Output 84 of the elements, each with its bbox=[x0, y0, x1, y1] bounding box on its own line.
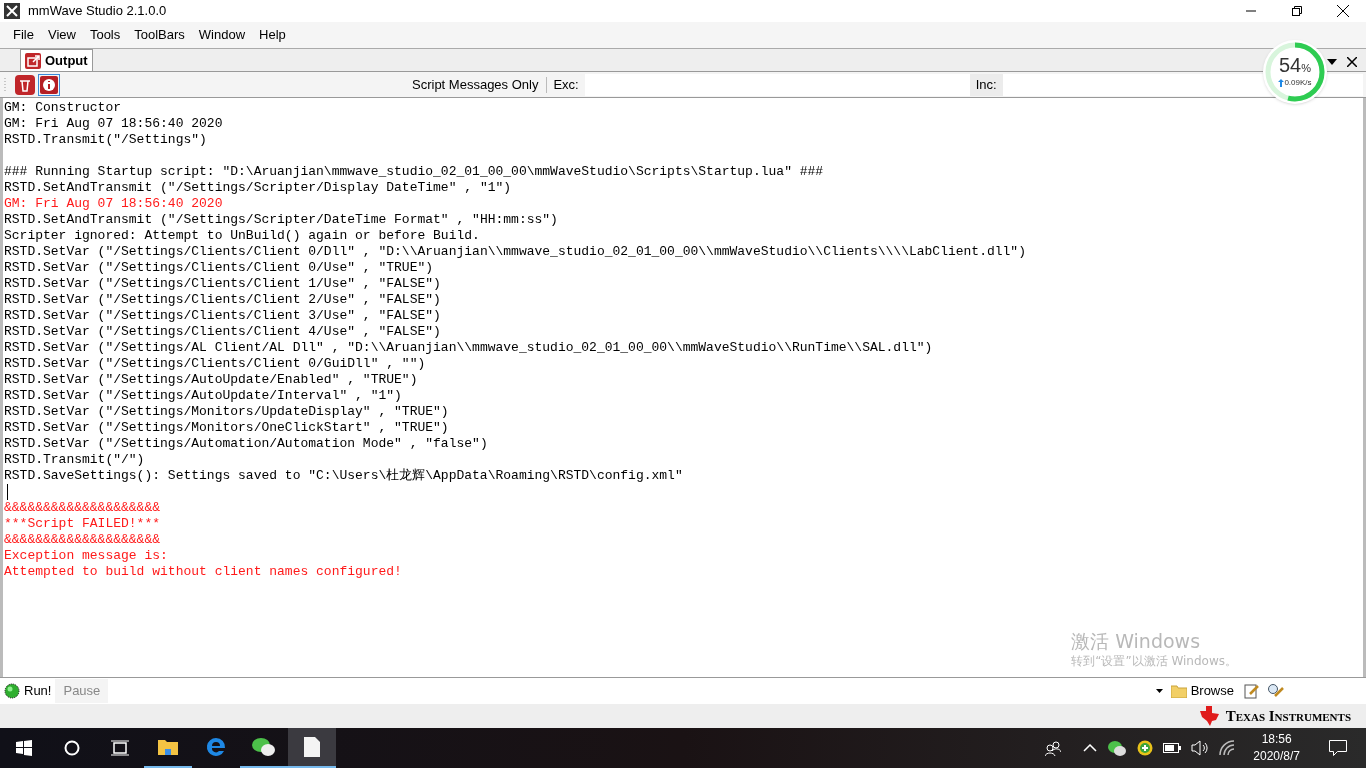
clock[interactable]: 18:56 2020/8/7 bbox=[1245, 731, 1308, 765]
log-line: RSTD.SetVar ("/Settings/Automation/Automation Mode" , "false") bbox=[4, 436, 488, 452]
ball-icon bbox=[4, 683, 20, 699]
log-line: RSTD.SetAndTransmit ("/Settings/Scripter/Display DateTime" , "1") bbox=[4, 180, 512, 196]
log-line: RSTD.SetVar ("/Settings/AutoUpdate/Enabled" , "TRUE") bbox=[4, 372, 418, 388]
chevron-up-icon[interactable] bbox=[1083, 744, 1098, 752]
menu-item[interactable]: ToolBars bbox=[127, 22, 192, 48]
trash-icon bbox=[19, 77, 31, 92]
log-line: ### Running Startup script: "D:\Aruanjian\mmwave_studio_02_01_00_00\mmWaveStudio\Scripts\Startup.lua" ### bbox=[4, 164, 824, 180]
usage-percent: 54 bbox=[1279, 55, 1302, 76]
restore-icon bbox=[1292, 6, 1302, 16]
log-line: RSTD.SetVar ("/Settings/Clients/Client 0/GuiDll" , "") bbox=[4, 356, 426, 372]
log-line: RSTD.SetVar ("/Settings/Clients/Client 0/Use" , "TRUE") bbox=[4, 260, 434, 276]
log-line: &&&&&&&&&&&&&&&&&&&& bbox=[4, 500, 161, 516]
log-line: RSTD.SetVar ("/Settings/Clients/Client 4/Use" , "FALSE") bbox=[4, 324, 441, 340]
log-line: RSTD.SetAndTransmit ("/Settings/Scripter/DateTime Format" , "HH:mm:ss") bbox=[4, 212, 558, 228]
log-line: RSTD.SaveSettings(): Settings saved to "C:\Users\杜龙辉\AppData\Roaming\RSTD\config.xml" bbox=[4, 468, 683, 484]
folder-icon bbox=[157, 737, 179, 757]
run-button[interactable]: Run! bbox=[0, 679, 56, 703]
log-line: RSTD.SetVar ("/Settings/Clients/Client 2/Use" , "FALSE") bbox=[4, 292, 441, 308]
menu-item[interactable]: View bbox=[40, 22, 83, 48]
activation-hint: 转到“设置”以激活 Windows。 bbox=[1071, 653, 1237, 669]
log-line: Attempted to build without client names configured! bbox=[4, 564, 402, 580]
task-view-icon bbox=[111, 740, 129, 756]
log-line: RSTD.SetVar ("/Settings/AL Client/AL Dll" , "D:\\Aruanjian\\mmwave_studio_02_01_00_00\\mmWaveStudio\\RunTime\\SAL.dll") bbox=[4, 340, 933, 356]
exc-field[interactable] bbox=[584, 73, 970, 96]
log-line: GM: Fri Aug 07 18:56:40 2020 bbox=[4, 116, 223, 132]
log-line: GM: Constructor bbox=[4, 100, 122, 116]
log-line: RSTD.Transmit("/Settings") bbox=[4, 132, 207, 148]
log-line: Scripter ignored: Attempt to UnBuild() again or before Build. bbox=[4, 228, 480, 244]
chat-icon bbox=[251, 736, 277, 758]
brand-name: Texas Instruments bbox=[1225, 706, 1351, 726]
output-tab[interactable]: Output bbox=[20, 49, 93, 71]
search-icon bbox=[64, 740, 80, 756]
browse-button[interactable]: Browse bbox=[1166, 680, 1238, 702]
window-title: mmWave Studio 2.1.0.0 bbox=[28, 2, 167, 21]
chat-tray-icon[interactable] bbox=[1107, 740, 1128, 756]
inc-field[interactable] bbox=[1002, 73, 1259, 96]
document-icon bbox=[303, 736, 321, 758]
edit-button[interactable] bbox=[1242, 681, 1262, 701]
plus-badge-icon[interactable] bbox=[1137, 740, 1154, 756]
log-line: RSTD.Transmit("/") bbox=[4, 452, 145, 468]
log-line: RSTD.SetVar ("/Settings/Monitors/OneClickStart" , "TRUE") bbox=[4, 420, 449, 436]
menu-item[interactable]: Tools bbox=[82, 22, 128, 48]
activation-title: 激活 Windows bbox=[1071, 629, 1202, 653]
log-line: RSTD.SetVar ("/Settings/Clients/Client 1/Use" , "FALSE") bbox=[4, 276, 441, 292]
exc-label: Exc: bbox=[552, 75, 580, 94]
log-line: GM: Fri Aug 07 18:56:40 2020 bbox=[4, 196, 223, 212]
log-line: ***Script FAILED!*** bbox=[4, 516, 161, 532]
menu-item[interactable]: Window bbox=[191, 22, 253, 48]
wifi-icon[interactable] bbox=[1219, 740, 1236, 756]
log-line: Exception message is: bbox=[4, 548, 168, 564]
upload-rate: 0.09K/s bbox=[1284, 76, 1312, 89]
output-icon bbox=[25, 52, 41, 69]
notepad-pencil-icon bbox=[1244, 683, 1260, 699]
inc-label: Inc: bbox=[969, 73, 1003, 96]
windows-icon bbox=[16, 740, 32, 756]
clear-button[interactable] bbox=[15, 74, 35, 95]
upload-arrow-icon bbox=[1278, 78, 1285, 87]
log-line: RSTD.SetVar ("/Settings/AutoUpdate/Interval" , "1") bbox=[4, 388, 402, 404]
menu-item[interactable]: File bbox=[6, 22, 41, 48]
text-cursor bbox=[7, 484, 8, 500]
menu-item[interactable]: Help bbox=[252, 22, 293, 48]
magnifier-pencil-icon bbox=[1267, 683, 1285, 699]
log-line: RSTD.SetVar ("/Settings/Monitors/UpdateDisplay" , "TRUE") bbox=[4, 404, 449, 420]
browser-icon bbox=[205, 736, 227, 758]
battery-icon[interactable] bbox=[1163, 743, 1182, 753]
log-line: &&&&&&&&&&&&&&&&&&&& bbox=[4, 532, 161, 548]
log-line: RSTD.SetVar ("/Settings/Clients/Client 0/Dll" , "D:\\Aruanjian\\mmwave_studio_02_01_00_00\\mmWaveStudio\\Clients\\\\LabClient.dll") bbox=[4, 244, 1026, 260]
dropdown-arrow-icon[interactable] bbox=[1155, 689, 1163, 693]
people-icon[interactable] bbox=[1045, 740, 1062, 756]
ti-logo-icon bbox=[1197, 705, 1222, 727]
taskbar-app[interactable] bbox=[288, 728, 336, 768]
log-line: RSTD.SetVar ("/Settings/Clients/Client 3/Use" , "FALSE") bbox=[4, 308, 441, 324]
speaker-icon[interactable] bbox=[1191, 740, 1210, 756]
notification-icon bbox=[1329, 740, 1347, 756]
info-icon bbox=[40, 75, 58, 94]
close-icon bbox=[1337, 5, 1349, 17]
filter-label[interactable]: Script Messages Only bbox=[412, 74, 547, 95]
tools-icon bbox=[4, 3, 20, 19]
close-pane-button[interactable] bbox=[1346, 56, 1358, 68]
percent-sign: % bbox=[1301, 62, 1311, 77]
info-button[interactable] bbox=[38, 73, 60, 96]
folder-icon bbox=[1170, 684, 1187, 698]
